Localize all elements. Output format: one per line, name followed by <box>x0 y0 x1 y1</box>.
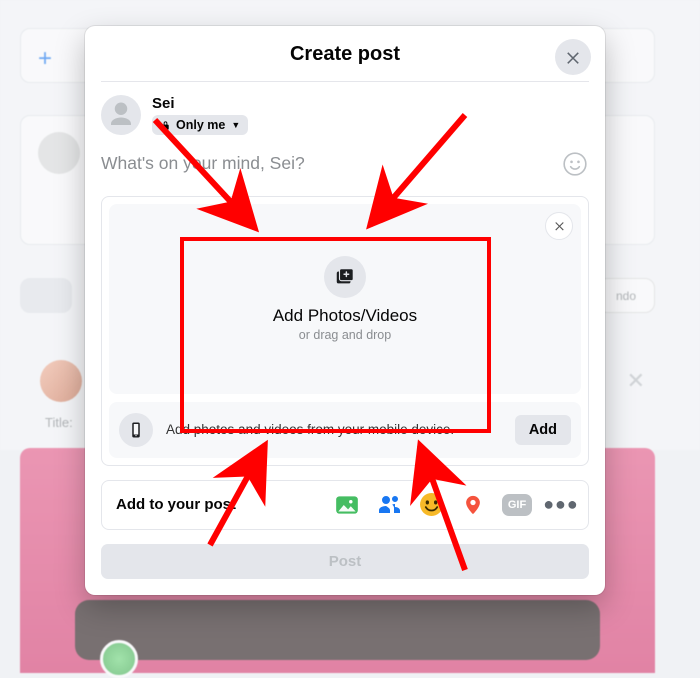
image-icon <box>334 492 360 518</box>
upload-close-button[interactable] <box>545 212 573 240</box>
caret-down-icon: ▼ <box>231 120 240 130</box>
modal-title: Create post <box>85 43 605 66</box>
user-name: Sei <box>152 95 248 112</box>
more-button[interactable]: ●●● <box>548 492 574 518</box>
user-info: Sei Only me ▼ <box>152 95 248 136</box>
photo-video-button[interactable] <box>334 492 360 518</box>
add-to-post-label: Add to your post <box>116 496 236 513</box>
modal-header: Create post <box>85 26 605 81</box>
user-row: Sei Only me ▼ <box>85 82 605 146</box>
privacy-label: Only me <box>176 118 225 132</box>
feeling-icon <box>419 492 444 517</box>
add-to-post-row: Add to your post <box>101 480 589 530</box>
person-icon <box>106 100 136 130</box>
upload-dropzone[interactable]: Add Photos/Videos or drag and drop <box>109 204 581 394</box>
add-to-post-icons: GIF ●●● <box>334 492 574 518</box>
plus-icon: + <box>38 45 58 65</box>
add-photos-icon-wrap <box>324 256 366 298</box>
mobile-icon <box>127 421 145 439</box>
post-button[interactable]: Post <box>101 544 589 579</box>
upload-title: Add Photos/Videos <box>273 306 417 326</box>
add-photos-icon <box>334 266 356 288</box>
lock-icon <box>160 120 171 131</box>
checkin-button[interactable] <box>460 492 486 518</box>
mobile-upload-row: Add photos and videos from your mobile d… <box>109 402 581 458</box>
mobile-text: Add photos and videos from your mobile d… <box>166 422 502 437</box>
gif-button[interactable]: GIF <box>502 494 532 516</box>
mobile-add-button[interactable]: Add <box>515 415 571 445</box>
mobile-icon-wrap <box>119 413 153 447</box>
tag-people-icon <box>377 493 401 517</box>
close-icon <box>564 48 582 66</box>
location-icon <box>462 492 484 518</box>
feeling-button[interactable] <box>418 492 444 518</box>
compose-input[interactable]: What's on your mind, Sei? <box>101 153 305 174</box>
upload-zone: Add Photos/Videos or drag and drop Add p… <box>101 196 589 466</box>
avatar <box>101 95 141 135</box>
smiley-icon <box>562 151 588 177</box>
upload-subtitle: or drag and drop <box>299 328 391 342</box>
close-button[interactable] <box>555 39 591 75</box>
privacy-selector[interactable]: Only me ▼ <box>152 115 248 135</box>
close-icon <box>553 219 566 232</box>
tag-people-button[interactable] <box>376 492 402 518</box>
emoji-button[interactable] <box>561 150 589 178</box>
create-post-modal: Create post Sei Only me ▼ What's on your… <box>85 26 605 595</box>
compose-row: What's on your mind, Sei? <box>85 146 605 186</box>
